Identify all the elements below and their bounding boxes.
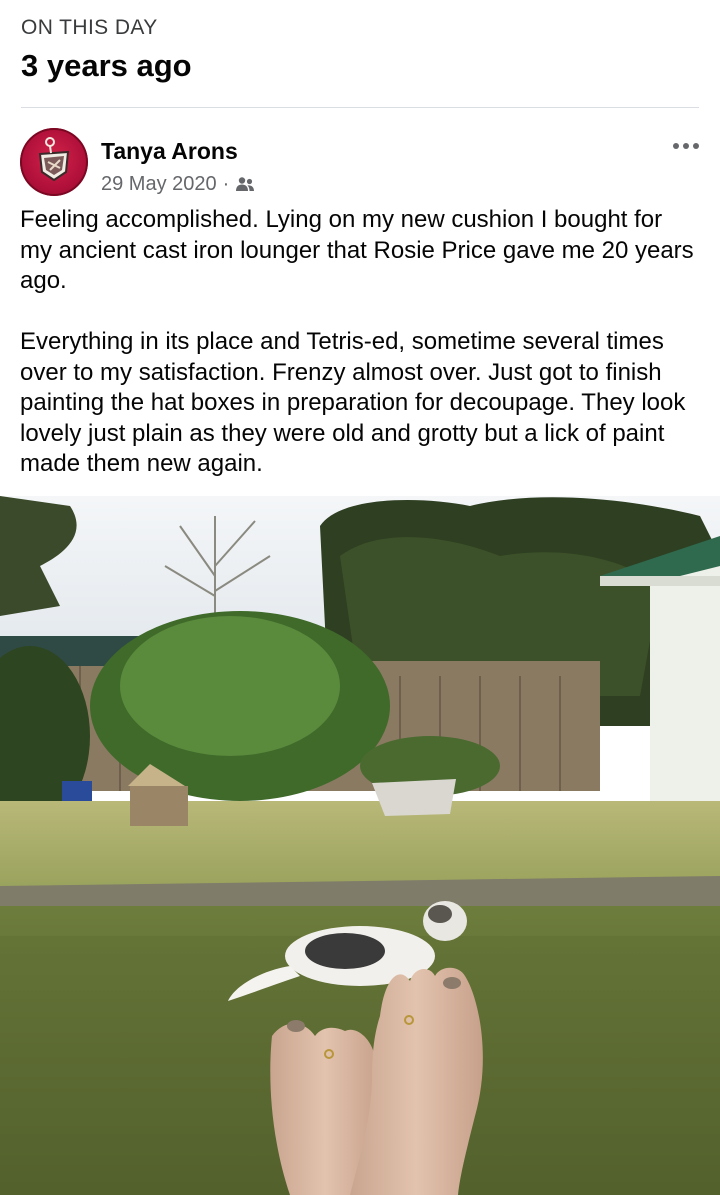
memory-title: 3 years ago bbox=[21, 48, 192, 83]
garden-photo-image bbox=[0, 496, 720, 1195]
avatar[interactable] bbox=[20, 128, 88, 196]
post-paragraph: Feeling accomplished. Lying on my new cu… bbox=[20, 206, 694, 294]
post-date[interactable]: 29 May 2020 bbox=[101, 170, 217, 198]
avatar-emblem-icon bbox=[20, 128, 88, 196]
memory-eyebrow: ON THIS DAY bbox=[21, 16, 158, 39]
memory-header: ON THIS DAY 3 years ago bbox=[21, 14, 701, 86]
post-photo[interactable] bbox=[0, 496, 720, 1195]
post-meta: 29 May 2020 · bbox=[101, 170, 255, 198]
post-text: Feeling accomplished. Lying on my new cu… bbox=[20, 205, 700, 480]
more-options-icon[interactable] bbox=[668, 134, 704, 158]
author-name[interactable]: Tanya Arons bbox=[101, 136, 238, 166]
divider bbox=[21, 107, 699, 108]
post-paragraph: Everything in its place and Tetris-ed, s… bbox=[20, 328, 686, 477]
post-header: Tanya Arons 29 May 2020 · bbox=[20, 128, 700, 198]
friends-icon bbox=[236, 177, 255, 191]
meta-separator: · bbox=[222, 173, 230, 195]
